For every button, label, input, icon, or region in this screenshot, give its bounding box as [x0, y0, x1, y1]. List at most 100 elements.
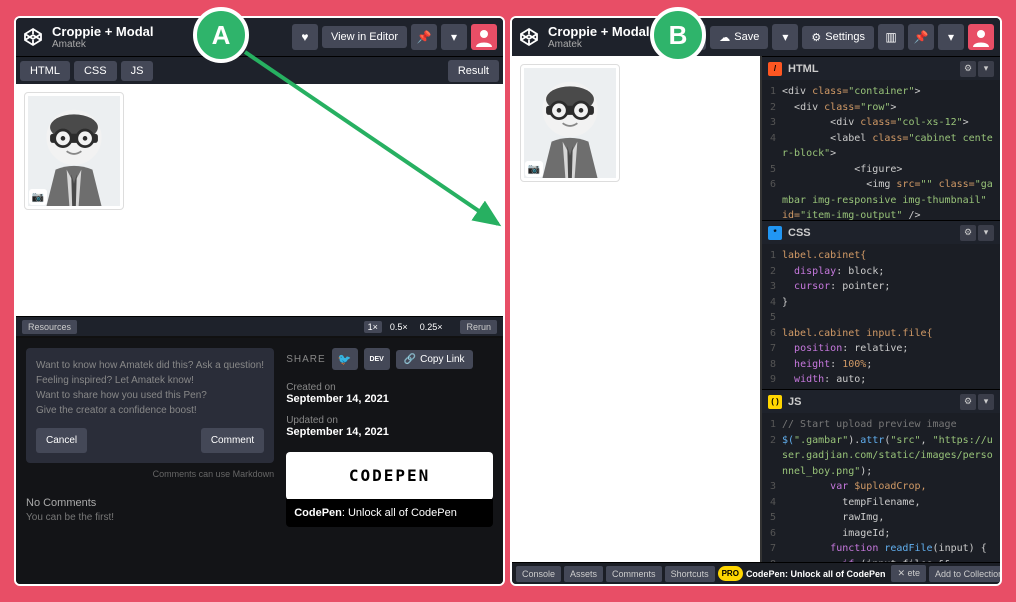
- tab-html[interactable]: HTML: [20, 61, 70, 81]
- code-tabs: HTML CSS JS Result: [16, 56, 503, 84]
- cloud-icon: ☁: [719, 31, 730, 44]
- chevron-down-icon: ▾: [782, 30, 788, 44]
- preview-toolbar: Resources 1× 0.5× 0.25× Rerun: [16, 316, 503, 338]
- rerun-button[interactable]: Rerun: [460, 320, 497, 334]
- add-collection-button[interactable]: Add to Collection: [929, 566, 1000, 582]
- editor-html-title: HTML: [788, 63, 954, 75]
- tab-js[interactable]: JS: [121, 61, 154, 81]
- updated-label: Updated on: [286, 415, 493, 426]
- result-button[interactable]: Result: [448, 60, 499, 82]
- dev-icon: DEV: [369, 356, 383, 363]
- resources-button[interactable]: Resources: [22, 320, 77, 334]
- editor-settings-button[interactable]: ⚙: [960, 394, 976, 410]
- no-comments-title: No Comments: [26, 497, 274, 509]
- compose-hint-4: Give the creator a confidence boost!: [36, 403, 264, 418]
- header: Croppie + Modal✎ Amatek ♥ ☁Save ▾ ⚙Setti…: [512, 18, 1000, 56]
- editor-html-body[interactable]: 1<div class="container"> 2 <div class="r…: [762, 80, 1000, 220]
- camera-icon: 📷: [29, 189, 47, 205]
- editor-js-body[interactable]: 1// Start upload preview image 2$(".gamb…: [762, 413, 1000, 562]
- editor-view-pane: Croppie + Modal✎ Amatek ♥ ☁Save ▾ ⚙Setti…: [510, 16, 1002, 586]
- codepen-ad-logo: CODEPEN: [349, 466, 430, 485]
- editor-settings-button[interactable]: ⚙: [960, 61, 976, 77]
- editor-html-header: / HTML ⚙▾: [762, 56, 1000, 80]
- compose-hint-3: Want to share how you used this Pen?: [36, 388, 264, 403]
- delete-button[interactable]: ✕ ete: [891, 565, 926, 582]
- codepen-ad-text: CodePen: Unlock all of CodePen: [286, 499, 493, 527]
- css-badge-icon: *: [768, 226, 782, 240]
- full-page-view-pane: Croppie + Modal Amatek ♥ View in Editor …: [14, 16, 505, 586]
- chevron-down-icon: ▾: [948, 30, 954, 44]
- like-button[interactable]: ♥: [292, 24, 318, 50]
- preview-frame[interactable]: 📷: [512, 56, 760, 562]
- editor-settings-button[interactable]: ⚙: [960, 225, 976, 241]
- console-button[interactable]: Console: [516, 566, 561, 582]
- compose-hint-1: Want to know how Amatek did this? Ask a …: [36, 358, 264, 373]
- markdown-note: Comments can use Markdown: [26, 469, 274, 479]
- twitter-icon: 🐦: [338, 353, 352, 366]
- view-in-editor-button[interactable]: View in Editor: [322, 26, 407, 48]
- editor-js-title: JS: [788, 396, 954, 408]
- editor-css-body[interactable]: 1label.cabinet{ 2 display: block; 3 curs…: [762, 244, 1000, 389]
- comment-compose-box[interactable]: Want to know how Amatek did this? Ask a …: [26, 348, 274, 463]
- no-comments-sub: You can be the first!: [26, 512, 274, 523]
- gear-icon: ⚙: [811, 31, 821, 44]
- zoom-025x[interactable]: 0.25×: [416, 321, 447, 333]
- shortcuts-button[interactable]: Shortcuts: [665, 566, 715, 582]
- pin-button[interactable]: 📌: [411, 24, 437, 50]
- annotation-badge-a: A: [193, 7, 249, 63]
- editor-css-title: CSS: [788, 227, 954, 239]
- pro-badge-icon: PRO: [718, 566, 743, 581]
- save-button[interactable]: ☁Save: [710, 26, 768, 49]
- layout-button[interactable]: ▥: [878, 24, 904, 50]
- x-icon: ✕: [897, 568, 905, 578]
- pin-icon: 📌: [914, 30, 929, 44]
- cancel-button[interactable]: Cancel: [36, 428, 87, 453]
- share-twitter-button[interactable]: 🐦: [332, 348, 358, 370]
- pen-author: Amatek: [52, 39, 288, 50]
- details-panel: Want to know how Amatek did this? Ask a …: [16, 338, 503, 584]
- editor-collapse-button[interactable]: ▾: [978, 225, 994, 241]
- link-icon: 🔗: [404, 354, 416, 365]
- header: Croppie + Modal Amatek ♥ View in Editor …: [16, 18, 503, 56]
- created-label: Created on: [286, 382, 493, 393]
- layout-icon: ▥: [885, 30, 896, 44]
- editor-css-header: * CSS ⚙▾: [762, 220, 1000, 244]
- pin-button[interactable]: 📌: [908, 24, 934, 50]
- share-label: SHARE: [286, 354, 325, 365]
- editor-collapse-button[interactable]: ▾: [978, 394, 994, 410]
- unlock-text[interactable]: CodePen: Unlock all of CodePen: [746, 569, 886, 579]
- tab-css[interactable]: CSS: [74, 61, 117, 81]
- html-badge-icon: /: [768, 62, 782, 76]
- pin-icon: 📌: [417, 30, 432, 44]
- user-avatar-button[interactable]: [968, 24, 994, 50]
- editor-js-header: ( ) JS ⚙▾: [762, 389, 1000, 413]
- editor-collapse-button[interactable]: ▾: [978, 61, 994, 77]
- annotation-badge-b: B: [650, 7, 706, 63]
- heart-icon: ♥: [301, 30, 308, 44]
- share-row: SHARE 🐦 DEV 🔗Copy Link: [286, 348, 493, 370]
- preview-frame[interactable]: 📷: [16, 84, 503, 316]
- copy-link-button[interactable]: 🔗Copy Link: [396, 350, 473, 369]
- compose-hint-2: Feeling inspired? Let Amatek know!: [36, 373, 264, 388]
- codepen-logo-icon: [22, 26, 44, 48]
- camera-icon: 📷: [525, 161, 543, 177]
- settings-button[interactable]: ⚙Settings: [802, 26, 874, 49]
- chevron-down-icon: ▾: [451, 30, 457, 44]
- share-dev-button[interactable]: DEV: [364, 348, 390, 370]
- codepen-logo-icon: [518, 26, 540, 48]
- pen-title: Croppie + Modal: [52, 24, 288, 39]
- assets-button[interactable]: Assets: [564, 566, 603, 582]
- zoom-1x[interactable]: 1×: [364, 321, 382, 333]
- avatar-upload-widget[interactable]: 📷: [520, 64, 620, 182]
- codepen-ad[interactable]: CODEPEN: [286, 452, 493, 500]
- comments-button[interactable]: Comments: [606, 566, 662, 582]
- user-avatar-button[interactable]: [471, 24, 497, 50]
- avatar-upload-widget[interactable]: 📷: [24, 92, 124, 210]
- created-value: September 14, 2021: [286, 393, 493, 405]
- chevron-down-button[interactable]: ▾: [938, 24, 964, 50]
- comment-button[interactable]: Comment: [201, 428, 264, 453]
- zoom-05x[interactable]: 0.5×: [386, 321, 412, 333]
- save-menu-button[interactable]: ▾: [772, 24, 798, 50]
- chevron-down-button[interactable]: ▾: [441, 24, 467, 50]
- js-badge-icon: ( ): [768, 395, 782, 409]
